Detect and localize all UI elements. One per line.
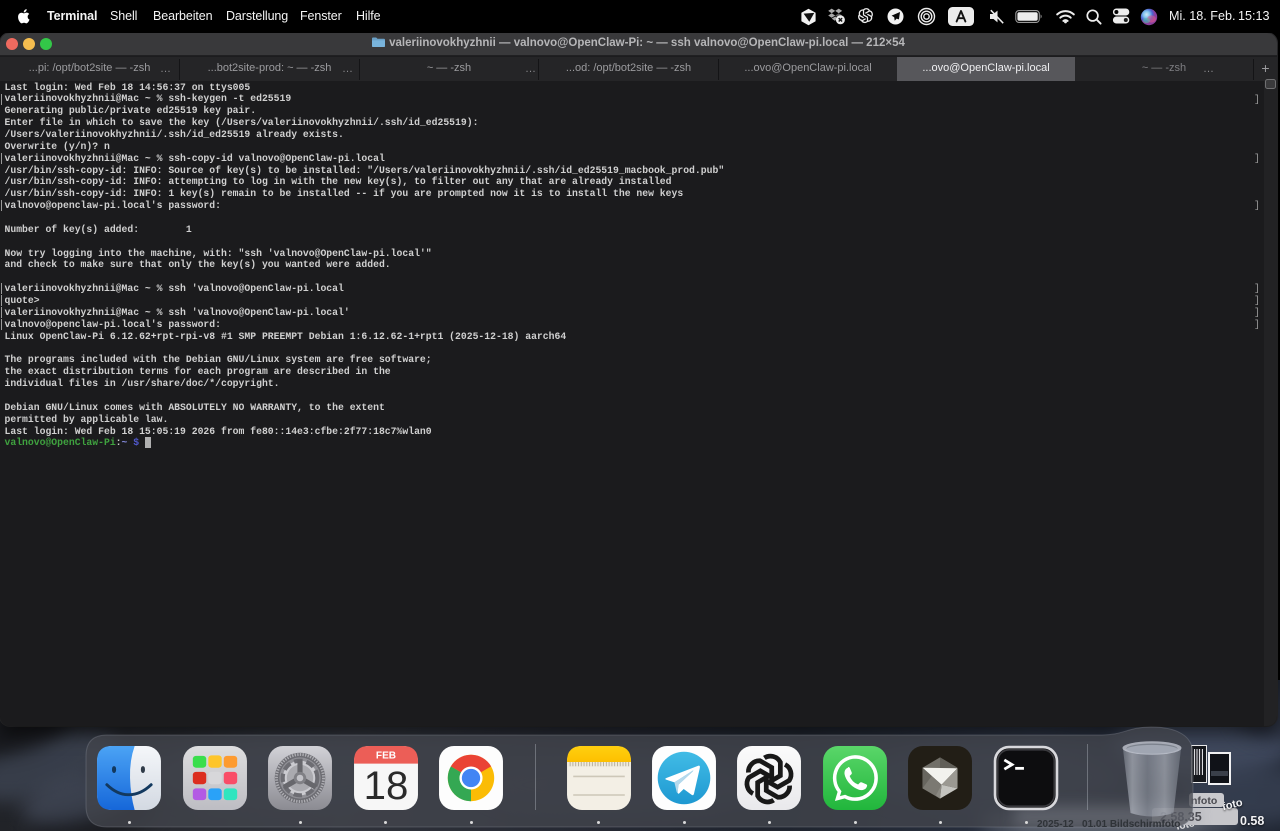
svg-text:18: 18	[363, 763, 408, 808]
svg-text:FEB: FEB	[375, 750, 395, 761]
